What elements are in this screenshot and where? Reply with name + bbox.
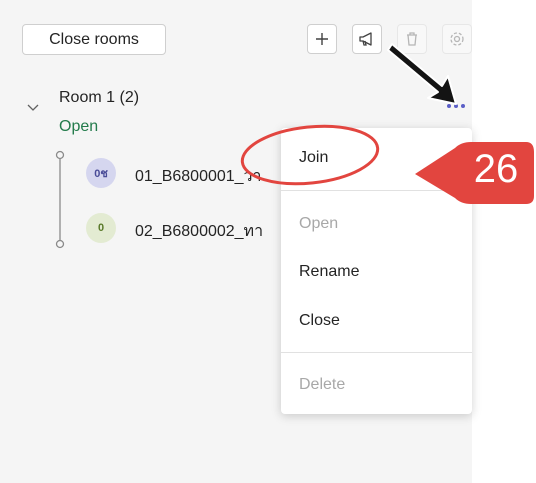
avatar: 0ช	[86, 158, 116, 188]
menu-item-open: Open	[299, 215, 339, 232]
menu-divider	[281, 352, 472, 353]
room-status: Open	[59, 118, 99, 135]
plus-icon	[316, 33, 328, 45]
close-rooms-button[interactable]: Close rooms	[22, 24, 166, 55]
announcement-button[interactable]	[352, 24, 382, 54]
room-participant-count: (2)	[119, 89, 140, 106]
menu-item-delete: Delete	[299, 376, 346, 393]
highlight-ring-annotation	[240, 124, 380, 186]
avatar: 0	[86, 213, 116, 243]
room-name: Room 1	[59, 89, 116, 106]
menu-item-rename[interactable]: Rename	[299, 263, 359, 281]
step-number: 26	[473, 147, 519, 191]
add-room-button[interactable]	[307, 24, 337, 54]
chevron-down-icon[interactable]	[27, 104, 39, 112]
pointer-arrow-icon	[387, 43, 457, 105]
participant-connector-line	[55, 150, 65, 249]
menu-item-close[interactable]: Close	[299, 312, 340, 330]
announcement-icon	[359, 32, 372, 46]
room-title[interactable]: Room 1 (2)	[59, 89, 139, 107]
participant-name: 02_B6800002_ทา	[135, 223, 264, 240]
